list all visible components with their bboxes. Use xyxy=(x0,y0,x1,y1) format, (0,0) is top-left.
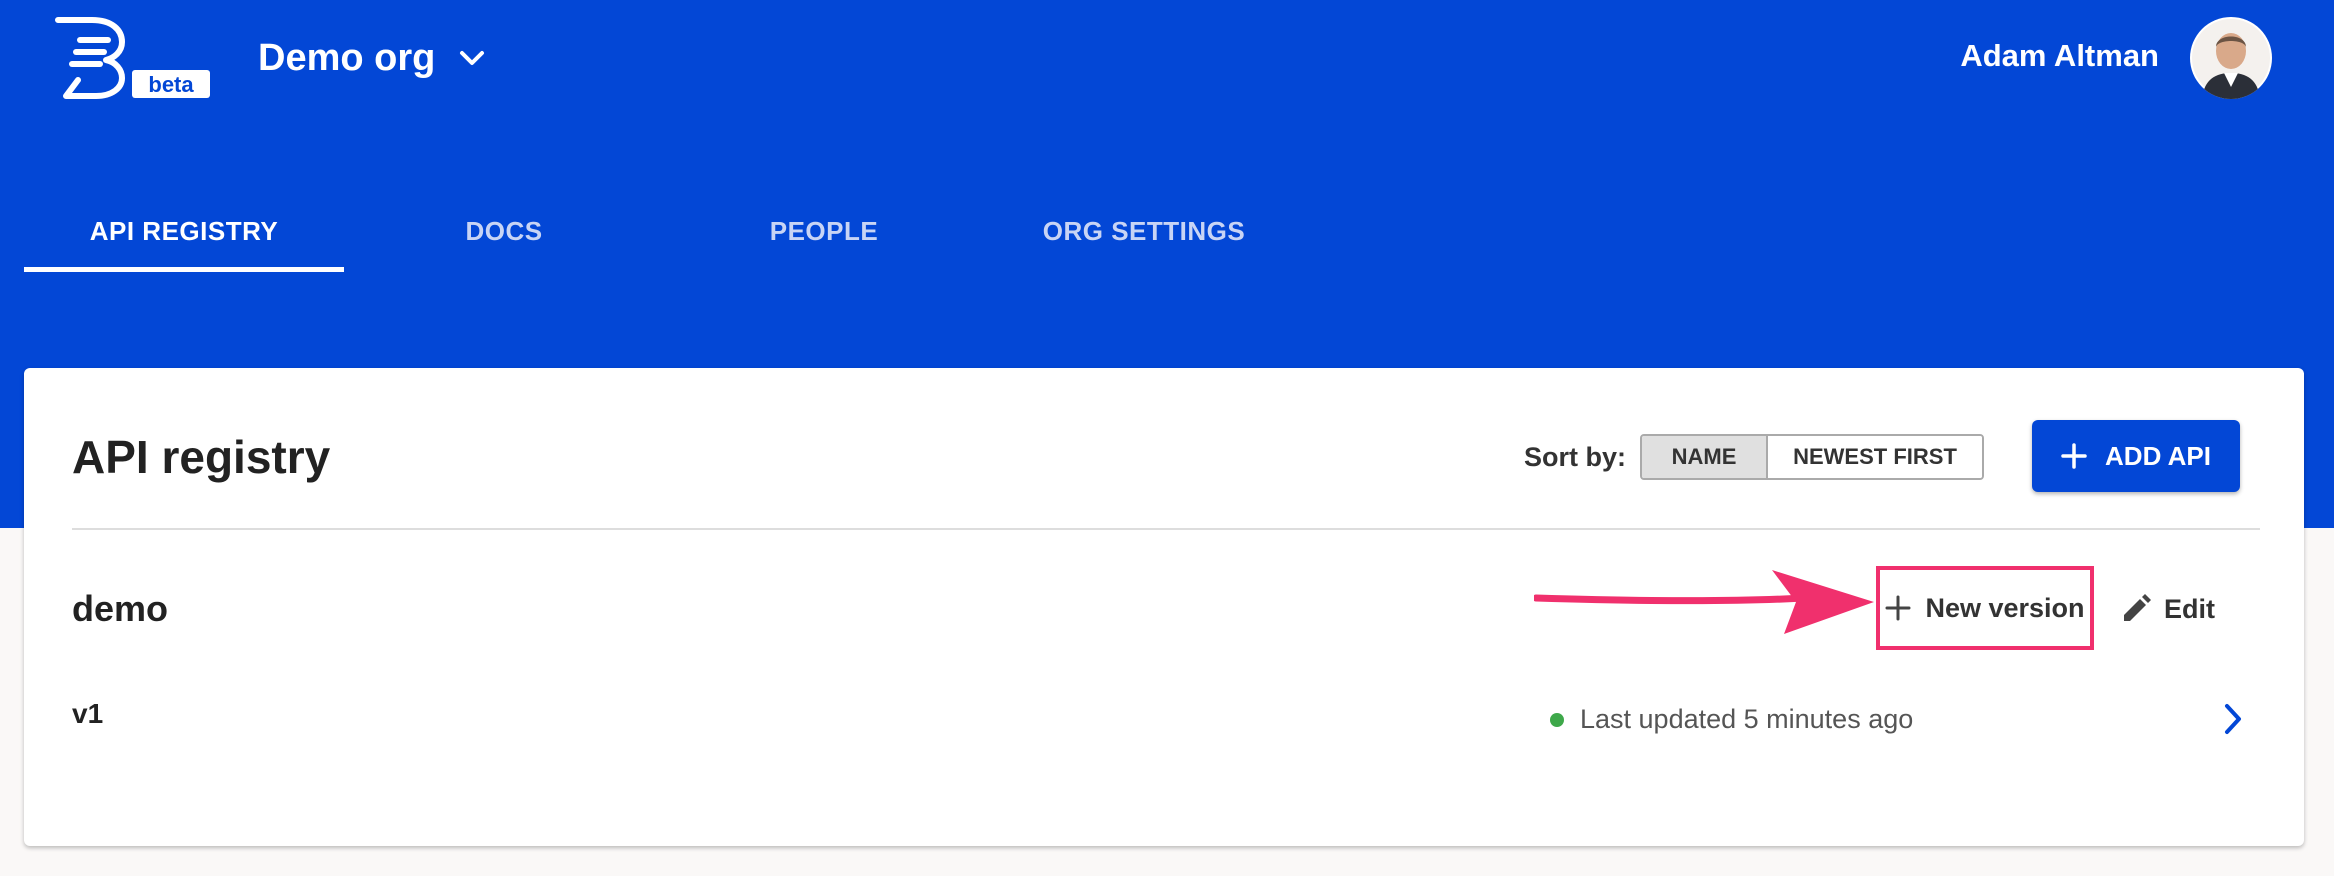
org-name: Demo org xyxy=(258,36,436,79)
app-logo[interactable]: beta xyxy=(52,16,212,100)
edit-button[interactable]: Edit xyxy=(2120,582,2215,636)
new-version-button[interactable]: New version xyxy=(1876,566,2094,650)
divider xyxy=(72,528,2260,530)
tab-docs[interactable]: DOCS xyxy=(344,190,664,272)
org-switcher[interactable]: Demo org xyxy=(258,28,485,88)
plus-icon xyxy=(1885,595,1911,621)
pencil-icon xyxy=(2124,594,2151,621)
plus-icon xyxy=(2061,443,2087,469)
tab-api-registry[interactable]: API REGISTRY xyxy=(24,190,344,272)
tab-people[interactable]: PEOPLE xyxy=(664,190,984,272)
add-api-label: ADD API xyxy=(2105,440,2211,471)
tab-org-settings[interactable]: ORG SETTINGS xyxy=(984,190,1304,272)
main-tabs: API REGISTRY DOCS PEOPLE ORG SETTINGS xyxy=(24,190,1304,272)
version-label[interactable]: v1 xyxy=(72,698,103,730)
api-name: demo xyxy=(72,588,169,629)
logo-badge: beta xyxy=(148,72,194,97)
user-avatar[interactable] xyxy=(2190,17,2272,99)
page-title: API registry xyxy=(72,431,331,483)
version-status: Last updated 5 minutes ago xyxy=(1550,704,1913,735)
add-api-button[interactable]: ADD API xyxy=(2032,420,2240,492)
api-registry-card: API registry Sort by: NAME NEWEST FIRST … xyxy=(24,368,2304,846)
annotation-arrow-icon xyxy=(1534,570,1874,634)
sort-label: Sort by: xyxy=(1524,442,1627,472)
chevron-down-icon xyxy=(460,51,485,65)
chevron-right-icon[interactable] xyxy=(2218,702,2248,736)
sort-newest-button[interactable]: NEWEST FIRST xyxy=(1768,436,1982,478)
edit-label: Edit xyxy=(2164,593,2215,624)
sort-toggle: NAME NEWEST FIRST xyxy=(1640,434,1984,480)
new-version-label: New version xyxy=(1925,592,2085,623)
user-name[interactable]: Adam Altman xyxy=(1960,38,2159,74)
status-dot-icon xyxy=(1550,712,1564,727)
status-text: Last updated 5 minutes ago xyxy=(1580,704,1914,734)
sort-name-button[interactable]: NAME xyxy=(1642,436,1768,478)
